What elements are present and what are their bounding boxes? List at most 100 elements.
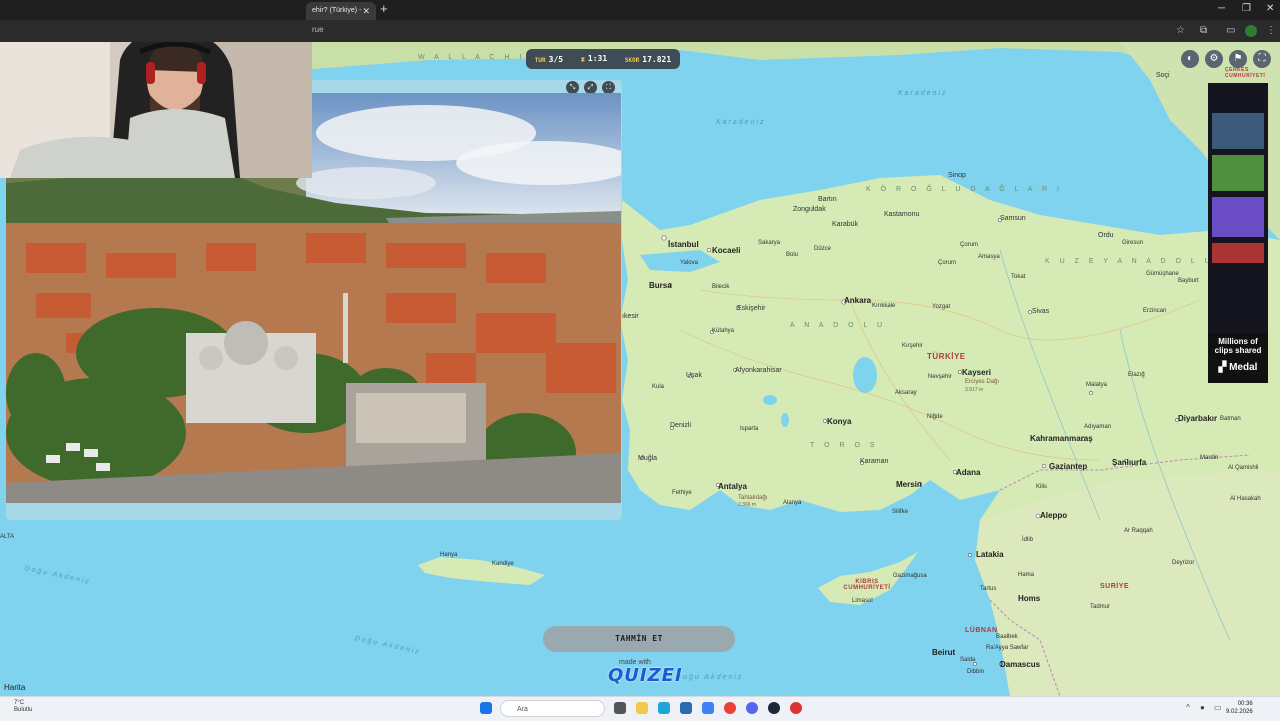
map-label-sanliurfa: Şanlıurfa bbox=[1112, 458, 1147, 467]
start-menu-icon[interactable] bbox=[480, 702, 492, 714]
guess-button[interactable]: TAHMİN ET bbox=[543, 626, 735, 652]
maps-attribution: Harita bbox=[4, 683, 25, 692]
report-flag-icon[interactable]: ⚑ bbox=[1229, 50, 1247, 68]
map-label-bursa: Bursa bbox=[649, 281, 672, 290]
menu-kebab-icon[interactable]: ⋮ bbox=[1266, 25, 1276, 36]
close-tab-icon[interactable]: ✕ bbox=[362, 2, 370, 20]
map-label-konya: Konya bbox=[827, 417, 852, 426]
map-label-baalbek: Baalbek bbox=[996, 634, 1018, 640]
map-label-ordu: Ordu bbox=[1098, 232, 1114, 239]
map-label-usak: Uşak bbox=[686, 372, 702, 379]
map-label-tahtali-h: 2.366 m bbox=[738, 502, 757, 508]
map-label-hama: Hama bbox=[1018, 572, 1035, 578]
map-label-kutahya: Kütahya bbox=[712, 328, 735, 334]
app-icon[interactable] bbox=[790, 702, 802, 714]
map-label-elazig: Elazığ bbox=[1128, 372, 1145, 378]
profile-avatar[interactable] bbox=[1245, 25, 1257, 37]
url-text[interactable]: rue bbox=[312, 25, 324, 34]
map-label-dibin: Dibbin bbox=[967, 669, 985, 675]
map-label-kayseri: Kayseri bbox=[962, 368, 991, 377]
extensions-icon[interactable]: ⧉ bbox=[1200, 25, 1207, 36]
map-label-denizli: Denizli bbox=[670, 422, 692, 429]
map-label-isparta: Isparta bbox=[740, 426, 759, 432]
map-label-kibris: KIBRIS CUMHURİYETİ bbox=[843, 579, 891, 591]
map-label-aleppo: Aleppo bbox=[1040, 511, 1068, 520]
map-label-aksaray: Aksaray bbox=[895, 390, 917, 396]
map-label-deyr: Deyrizor bbox=[1172, 560, 1195, 566]
map-label-gazimagusa: Gazimağusa bbox=[893, 573, 927, 579]
network-icon[interactable]: ▭ bbox=[1214, 703, 1222, 712]
weather-widget[interactable]: 7°C Bulutlu bbox=[14, 700, 32, 714]
map-label-afyon: Afyonkarahisar bbox=[735, 367, 782, 374]
map-label-yozgat: Yozgat bbox=[932, 304, 951, 310]
browser-tab-bar: ehir? (Türkiye) - ✕ + ─ ❐ ✕ bbox=[0, 0, 1280, 20]
map-label-qamishli: Al Qamishli bbox=[1228, 465, 1259, 471]
medal-logo-icon: ▞ bbox=[1218, 362, 1230, 373]
ad-image bbox=[1208, 83, 1268, 333]
task-view-icon[interactable] bbox=[614, 702, 626, 714]
map-label-amasya: Amasya bbox=[978, 254, 1000, 260]
map-label-samsun: Samsun bbox=[1000, 215, 1026, 222]
ad-line1: Millions of bbox=[1218, 337, 1258, 346]
taskbar-search[interactable]: Ara bbox=[500, 700, 605, 717]
map-label-damascus: Damascus bbox=[1000, 660, 1041, 669]
map-label-kula: Kula bbox=[652, 384, 665, 390]
tray-chevron-icon[interactable]: ^ bbox=[1186, 703, 1190, 712]
map-label-idlib: İdlib bbox=[1022, 537, 1034, 543]
map-label-raqqah: Ar Raqqah bbox=[1124, 528, 1153, 534]
settings-gear-icon[interactable]: ⚙ bbox=[1205, 50, 1223, 68]
maximize-icon[interactable]: ❐ bbox=[1242, 3, 1251, 14]
store-icon[interactable] bbox=[680, 702, 692, 714]
close-window-icon[interactable]: ✕ bbox=[1266, 3, 1274, 14]
discord-icon[interactable] bbox=[746, 702, 758, 714]
map-label-gumushane: Gümüşhane bbox=[1146, 271, 1179, 277]
map-label-istanbul: İstanbul bbox=[668, 240, 699, 249]
map-label-saida: Saida bbox=[960, 657, 976, 663]
edge-icon[interactable] bbox=[658, 702, 670, 714]
map-label-hasakah: Al Hasakah bbox=[1230, 496, 1261, 502]
map-label-corum: Çorum bbox=[938, 260, 957, 266]
cast-icon[interactable]: ▭ bbox=[1226, 25, 1235, 36]
address-bar[interactable]: rue ☆ ⧉ ▭ ⋮ bbox=[0, 20, 1280, 42]
map-label-toros: T O R O S bbox=[810, 442, 879, 449]
taskbar-clock[interactable]: 00:36 9.02.2026 bbox=[1226, 700, 1253, 716]
map-label-kahramanmaras: Kahramanmaraş bbox=[1030, 434, 1093, 443]
map-label-adana: Adana bbox=[956, 468, 981, 477]
map-label-baysut: Ra'Ayya Sawfar bbox=[986, 645, 1029, 651]
timer: ⧗ 1:31 bbox=[581, 54, 607, 64]
map-label-mugla: Muğla bbox=[638, 455, 658, 462]
map-label-giresun: Giresun bbox=[1122, 240, 1144, 246]
game-hud: TUR 3/5 ⧗ 1:31 SKOR 17.821 bbox=[526, 49, 680, 69]
chrome-icon[interactable] bbox=[724, 702, 736, 714]
map-label-erzincan: Erzincan bbox=[1143, 308, 1167, 314]
fullscreen-icon[interactable]: ⛶ bbox=[1253, 50, 1271, 68]
theme-toggle-icon[interactable]: ◐ bbox=[1181, 50, 1199, 68]
mic-icon[interactable]: ● bbox=[1200, 703, 1205, 712]
map-label-dogu-akdeniz-3: Doğu Akdeniz bbox=[676, 674, 744, 681]
ad-brand: ▞ Medal bbox=[1208, 362, 1268, 373]
map-label-sinop: Sinop bbox=[948, 172, 966, 179]
map-label-latakia: Latakia bbox=[976, 550, 1004, 559]
bookmark-star-icon[interactable]: ☆ bbox=[1176, 25, 1185, 36]
map-label-nigde: Niğde bbox=[927, 414, 943, 420]
map-label-gaziantep: Gaziantep bbox=[1049, 462, 1088, 471]
weather-temp: 7°C bbox=[14, 700, 25, 706]
steam-icon[interactable] bbox=[768, 702, 780, 714]
map-label-tahtali: Tahtalıdağı bbox=[738, 495, 768, 501]
timer-value: 1:31 bbox=[587, 54, 608, 63]
mail-icon[interactable] bbox=[702, 702, 714, 714]
minimize-icon[interactable]: ─ bbox=[1218, 3, 1225, 14]
weather-desc: Bulutlu bbox=[14, 707, 33, 713]
map-label-karaman: Karaman bbox=[860, 458, 889, 465]
map-label-sivas: Sivas bbox=[1032, 308, 1050, 315]
map-label-kandiye: Kandiye bbox=[492, 561, 514, 567]
map-label-tokat: Tokat bbox=[1011, 274, 1026, 280]
browser-tab[interactable]: ehir? (Türkiye) - ✕ bbox=[306, 2, 376, 20]
new-tab-icon[interactable]: + bbox=[380, 1, 388, 16]
file-explorer-icon[interactable] bbox=[636, 702, 648, 714]
map-label-fethiye: Fethiye bbox=[672, 490, 692, 496]
round-indicator: TUR 3/5 bbox=[535, 55, 563, 64]
map-label-kastamonu: Kastamonu bbox=[884, 211, 920, 218]
search-placeholder: Ara bbox=[517, 706, 528, 713]
ad-brand-name: Medal bbox=[1229, 362, 1258, 373]
